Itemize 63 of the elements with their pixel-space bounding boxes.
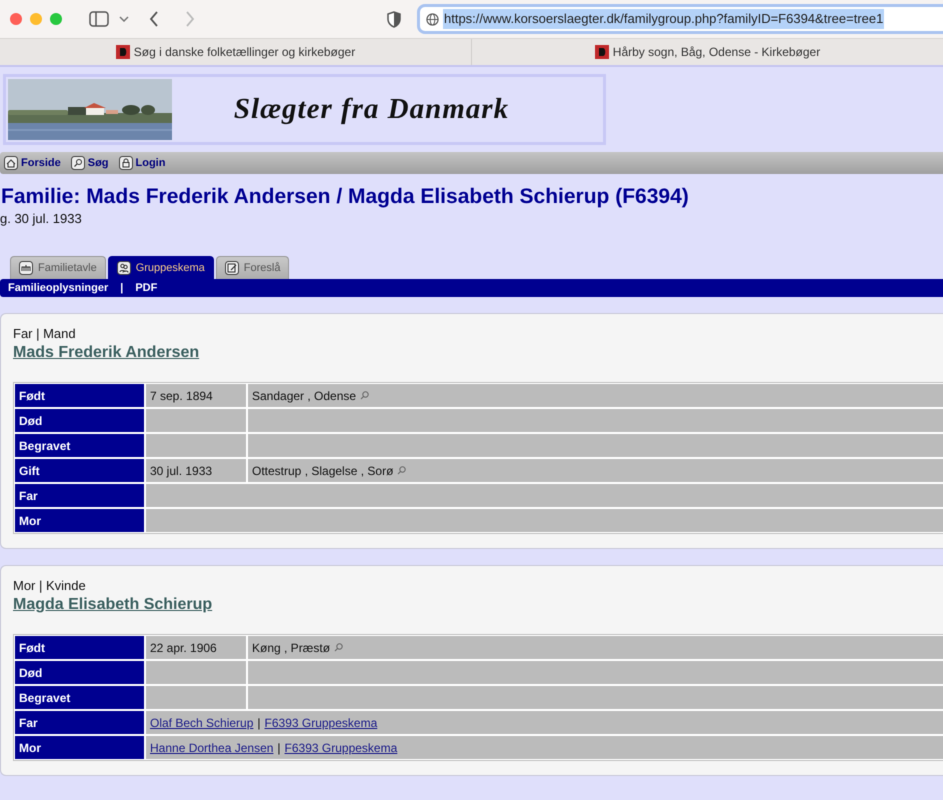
field-label: Død [15,661,144,684]
search-icon[interactable] [334,643,344,652]
bookmark-link[interactable]: Søg i danske folketællinger og kirkebøger [134,43,356,61]
field-label: Født [15,636,144,659]
place-text: Køng , Præstø [252,640,330,656]
url-text: https://www.korsoerslaegter.dk/familygroup.php?familyID=F6394&tree=tree1 [443,9,884,29]
field-label: Begravet [15,686,144,709]
search-icon [70,156,85,170]
person-name-link[interactable]: Mads Frederik Andersen [13,343,200,362]
url-field[interactable]: https://www.korsoerslaegter.dk/familygroup.php?familyID=F6394&tree=tree1 [417,4,943,34]
shield-icon[interactable] [387,10,401,28]
separator: | [257,714,261,732]
minimize-window-button[interactable] [30,13,42,25]
person-name-link[interactable]: Magda Elisabeth Schierup [13,595,212,614]
globe-icon [426,12,439,26]
parent-link[interactable]: F6393 Gruppeskema [264,714,378,732]
bookmark-logo-icon [116,45,130,59]
lock-icon [118,156,133,170]
home-icon [4,156,18,170]
forward-icon[interactable] [185,11,195,27]
field-label: Født [15,384,144,407]
date-cell: 7 sep. 1894 [146,384,246,407]
parent-link[interactable]: Hanne Dorthea Jensen [150,738,274,756]
subnav-link[interactable]: Familieoplysninger [8,280,108,296]
nav-link[interactable]: Login [118,154,166,172]
field-label: Far [15,484,144,507]
parent-link[interactable]: Olaf Bech Schierup [150,714,254,732]
place-text: Ottestrup , Slagelse , Sorø [252,462,394,480]
family-heading: Familie: Mads Frederik Andersen / Magda Elisabeth Schierup (F6394) [1,184,690,210]
date-cell: 30 jul. 1933 [146,459,246,482]
nav-link[interactable]: Søg [70,154,109,172]
sidebar-icon[interactable] [89,11,109,27]
chevron-down-icon[interactable] [119,16,129,22]
field-label: Død [15,409,144,432]
place-text: Sandager , Odense [252,388,356,404]
subnav-link[interactable]: PDF [135,280,158,296]
back-icon[interactable] [149,11,159,27]
bookmark-link[interactable]: Hårby sogn, Båg, Odense - Kirkebøger [612,43,820,61]
close-window-button[interactable] [10,13,22,25]
person-role: Mor | Kvinde [13,578,87,593]
field-label: Gift [15,459,144,482]
search-icon[interactable] [360,391,370,400]
nav-link[interactable]: Forside [4,154,61,172]
site-title: Slægter fra Danmark [234,92,510,127]
date-cell: 22 apr. 1906 [146,636,246,659]
separator: | [277,740,281,756]
field-label: Mor [15,509,144,532]
marriage-date: g. 30 jul. 1933 [0,210,83,228]
person-role: Far | Mand [13,326,77,341]
zoom-window-button[interactable] [50,13,62,25]
tab[interactable]: Gruppeskema [108,256,214,279]
family-chart-icon [19,261,33,275]
people-icon [116,261,131,275]
separator: | [120,280,124,296]
field-label: Begravet [15,434,144,457]
search-icon[interactable] [397,466,406,475]
field-label: Far [15,711,144,734]
bookmark-logo-icon [594,45,609,59]
tab[interactable]: Foreslå [216,256,290,279]
parent-link[interactable]: F6393 Gruppeskema [284,738,398,756]
tab[interactable]: Familietavle [10,256,106,279]
field-label: Mor [15,736,144,759]
edit-icon [224,261,239,275]
